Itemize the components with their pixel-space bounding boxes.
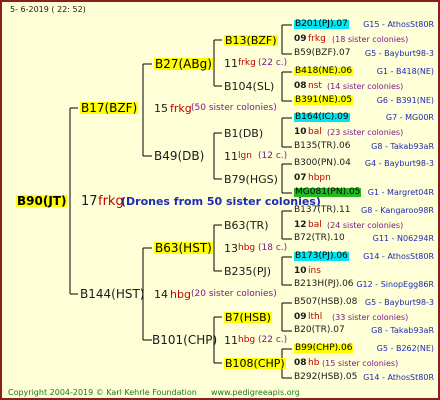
gen4-queen-id[interactable]: B173(PJ).06 — [294, 252, 349, 261]
gen2-b-id[interactable]: B49(DB) — [154, 150, 204, 162]
gen4-queen-id[interactable]: MG081(PN).05 — [294, 188, 362, 197]
gen4-drone-code: ins — [308, 266, 321, 276]
gen3-1-num: 11 — [224, 57, 238, 70]
gen4-breeder-ref: G8 - Kangaroo98R — [361, 206, 434, 215]
gen2-a-code: frkg — [170, 102, 192, 115]
gen3-7-num: 11 — [224, 334, 238, 347]
gen2-a-sister: (50 sister colonies) — [191, 103, 277, 113]
gen4-drone-code: bal — [308, 127, 322, 137]
root-queen-id[interactable]: B90(JT) — [16, 195, 68, 207]
gen4-drone-count: 12 — [294, 220, 307, 230]
root-drone-info: (Drones from 50 sister colonies) — [121, 195, 321, 208]
gen3-3-code: lgn — [238, 151, 252, 161]
gen4-queen-id[interactable]: B137(TR).11 — [294, 206, 350, 215]
gen4-queen-id[interactable]: B72(TR).10 — [294, 234, 345, 243]
gen4-drone-count: 08 — [294, 81, 307, 91]
gen3-1-code: frkg — [238, 58, 256, 68]
gen2-c-num: 14 — [154, 288, 168, 301]
root-drone-code: frkg — [98, 194, 124, 209]
gen4-sister-colonies: (14 sister colonies) — [327, 82, 404, 91]
gen3-2-id[interactable]: B104(SL) — [224, 81, 274, 92]
date-stamp: 5- 6-2019 ( 22: 52) — [10, 5, 86, 14]
gen3-5-sister: (18 c.) — [258, 243, 288, 253]
gen1-upper-id[interactable]: B17(BZF) — [80, 102, 139, 114]
gen3-4-id[interactable]: B79(HGS) — [224, 174, 278, 185]
gen4-queen-id[interactable]: B391(NE).05 — [294, 96, 354, 105]
gen3-7-code: hbg — [238, 335, 256, 345]
gen4-queen-id[interactable]: B99(CHP).06 — [294, 344, 354, 353]
gen4-breeder-ref: G6 - B391(NE) — [376, 96, 434, 105]
gen4-drone-count: 07 — [294, 173, 307, 183]
gen4-sister-colonies: (24 sister colonies) — [327, 221, 404, 230]
gen2-c-id[interactable]: B63(HST) — [154, 242, 213, 254]
gen4-breeder-ref: G1 - B418(NE) — [376, 67, 434, 76]
gen4-breeder-ref: G5 - Bayburt98-3 — [364, 298, 434, 307]
gen4-queen-id[interactable]: B300(PN).04 — [294, 159, 351, 168]
gen4-queen-id[interactable]: B201(PJ).07 — [294, 20, 349, 29]
gen4-drone-code: nst — [308, 81, 322, 91]
gen4-breeder-ref: G8 - Takab93aR — [371, 326, 434, 335]
gen2-a-id[interactable]: B27(ABg) — [154, 58, 213, 70]
gen4-sister-colonies: (33 sister colonies) — [332, 313, 409, 322]
gen3-5-code: hbg — [238, 243, 256, 253]
gen4-queen-id[interactable]: B59(BZF).07 — [294, 49, 350, 58]
gen4-breeder-ref: G4 - Bayburt98-3 — [364, 159, 434, 168]
gen4-queen-id[interactable]: B292(HSB).05 — [294, 373, 357, 382]
gen4-drone-code: hb — [308, 358, 320, 368]
gen3-5-num: 13 — [224, 242, 238, 255]
gen2-d-id[interactable]: B101(CHP) — [152, 334, 217, 346]
gen3-6-id[interactable]: B235(PJ) — [224, 266, 271, 277]
gen4-queen-id[interactable]: B20(TR).07 — [294, 326, 345, 335]
gen4-drone-code: hbpn — [308, 173, 331, 183]
gen1-lower-id[interactable]: B144(HST) — [80, 288, 144, 300]
gen4-drone-count: 09 — [294, 34, 307, 44]
gen4-breeder-ref: G5 - B262(NE) — [376, 344, 434, 353]
gen4-breeder-ref: G1 - Margret04R — [367, 188, 434, 197]
gen4-queen-id[interactable]: B135(TR).06 — [294, 142, 350, 151]
gen3-1-id[interactable]: B13(BZF) — [224, 35, 278, 46]
footer-website-link[interactable]: www.pedigreeapis.org — [211, 389, 300, 397]
gen4-queen-id[interactable]: B164(IC).09 — [294, 113, 350, 122]
gen4-drone-code: bal — [308, 220, 322, 230]
gen3-3-num: 11 — [224, 150, 238, 163]
gen3-7-sister: (22 c.) — [258, 335, 288, 345]
gen4-queen-id[interactable]: B507(HSB).08 — [294, 298, 357, 307]
gen3-1-sister: (22 c.) — [258, 58, 288, 68]
gen4-queen-id[interactable]: B213H(PJ).06 — [294, 280, 354, 289]
gen4-breeder-ref: G11 - N06294R — [372, 234, 434, 243]
gen4-breeder-ref: G7 - MG00R — [385, 113, 434, 122]
gen3-3-id[interactable]: B1(DB) — [224, 128, 263, 139]
gen4-breeder-ref: G12 - SinopEgg86R — [356, 280, 434, 289]
root-drone-count: 17 — [81, 194, 98, 209]
gen4-drone-count: 09 — [294, 312, 307, 322]
gen4-queen-id[interactable]: B418(NE).06 — [294, 67, 354, 76]
gen3-3-sister: (12 c.) — [258, 151, 288, 161]
gen4-drone-count: 08 — [294, 358, 307, 368]
gen2-a-num: 15 — [154, 102, 168, 115]
gen3-8-id[interactable]: B108(CHP) — [224, 358, 286, 369]
gen3-7-id[interactable]: B7(HSB) — [224, 312, 272, 323]
pedigree-frame: 5- 6-2019 ( 22: 52) B90(JT) 17 frkg (Dro… — [0, 0, 440, 400]
gen4-drone-code: lthl — [308, 312, 323, 322]
footer-copyright: Copyright 2004-2019 © Karl Kehrle Founda… — [8, 388, 197, 397]
gen4-sister-colonies: (18 sister colonies) — [332, 35, 409, 44]
gen2-c-sister: (20 sister colonies) — [191, 289, 277, 299]
gen4-breeder-ref: G14 - AthosSt80R — [363, 373, 434, 382]
gen4-breeder-ref: G8 - Takab93aR — [371, 142, 434, 151]
gen4-breeder-ref: G14 - AthosSt80R — [363, 252, 434, 261]
gen4-sister-colonies: (23 sister colonies) — [327, 128, 404, 137]
gen4-drone-code: frkg — [308, 34, 326, 44]
gen3-5-id[interactable]: B63(TR) — [224, 220, 269, 231]
gen4-breeder-ref: G5 - Bayburt98-3 — [364, 49, 434, 58]
gen4-drone-count: 10 — [294, 127, 307, 137]
gen4-sister-colonies: (15 sister colonies) — [322, 359, 399, 368]
gen4-drone-count: 10 — [294, 266, 307, 276]
gen4-breeder-ref: G15 - AthosSt80R — [363, 20, 434, 29]
gen2-c-code: hbg — [170, 288, 191, 301]
